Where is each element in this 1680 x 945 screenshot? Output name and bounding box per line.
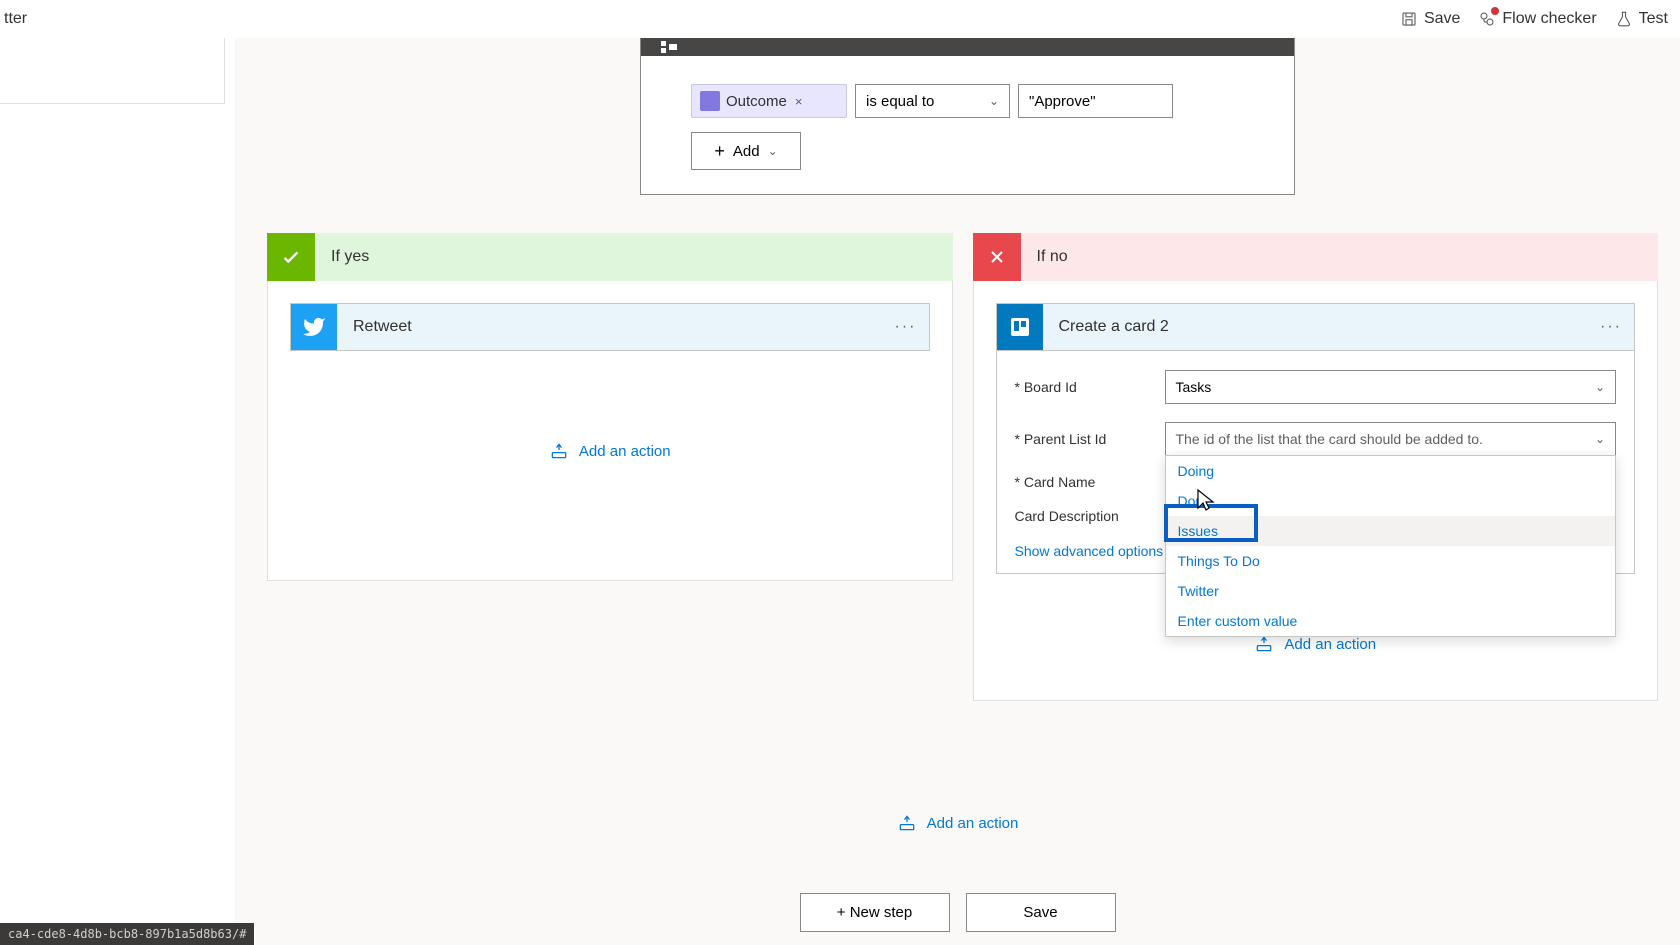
test-label: Test — [1639, 10, 1668, 28]
flow-checker-icon — [1478, 10, 1496, 28]
chevron-down-icon: ⌄ — [1595, 380, 1605, 394]
branch-no-title: If no — [1037, 248, 1068, 266]
action-retweet-title: Retweet — [337, 304, 883, 350]
test-icon — [1615, 10, 1633, 28]
left-panel — [0, 38, 225, 104]
action-menu-icon[interactable]: ··· — [1588, 304, 1634, 350]
status-bar: ca4-cde8-4d8b-bcb8-897b1a5d8b63/# — [0, 923, 254, 945]
parent-list-label: * Parent List Id — [1015, 431, 1165, 447]
parent-list-select[interactable]: The id of the list that the card should … — [1165, 422, 1617, 456]
add-label: Add — [733, 143, 760, 160]
save-icon — [1400, 10, 1418, 28]
branch-yes: If yes Retweet ··· Add an action — [267, 233, 953, 701]
branches-row: If yes Retweet ··· Add an action — [267, 233, 1658, 701]
token-remove-icon[interactable]: × — [793, 94, 805, 109]
bottom-buttons: + New step Save — [235, 893, 1680, 932]
chevron-down-icon: ⌄ — [989, 94, 999, 108]
board-id-label: * Board Id — [1015, 379, 1165, 395]
top-bar: tter Save Flow checker Test — [0, 0, 1680, 38]
card-name-label: * Card Name — [1015, 474, 1165, 490]
save-flow-button[interactable]: Save — [966, 893, 1116, 932]
add-action-label: Add an action — [579, 443, 671, 460]
add-condition-button[interactable]: + Add ⌄ — [691, 132, 801, 170]
condition-card[interactable]: Outcome × is equal to ⌄ + Add ⌄ — [640, 38, 1295, 195]
close-icon — [973, 233, 1021, 281]
dynamic-token-outcome[interactable]: Outcome × — [691, 84, 847, 118]
branch-yes-body: Retweet ··· Add an action — [267, 281, 953, 581]
condition-header — [641, 38, 1294, 56]
add-action-label: Add an action — [1284, 636, 1376, 653]
top-bar-actions: Save Flow checker Test — [1400, 10, 1668, 28]
add-action-no[interactable]: Add an action — [996, 634, 1636, 654]
dropdown-option-custom[interactable]: Enter custom value — [1166, 606, 1616, 636]
action-create-card[interactable]: Create a card 2 ··· — [996, 303, 1636, 351]
action-menu-icon[interactable]: ··· — [883, 304, 929, 350]
flow-checker-label: Flow checker — [1502, 10, 1596, 28]
add-action-icon — [897, 813, 917, 833]
operator-value: is equal to — [866, 93, 934, 110]
twitter-icon — [291, 304, 337, 350]
operator-select[interactable]: is equal to ⌄ — [855, 84, 1010, 118]
notification-dot — [1491, 7, 1499, 15]
test-button[interactable]: Test — [1615, 10, 1668, 28]
trello-icon — [997, 304, 1043, 350]
add-action-yes[interactable]: Add an action — [290, 441, 930, 461]
token-label: Outcome — [726, 93, 787, 110]
branch-no-body: Create a card 2 ··· * Board Id Tasks ⌄ *… — [973, 281, 1659, 701]
branch-no-header[interactable]: If no — [973, 233, 1659, 281]
board-id-select[interactable]: Tasks ⌄ — [1165, 370, 1617, 404]
dropdown-option-twitter[interactable]: Twitter — [1166, 576, 1616, 606]
add-action-outer[interactable]: Add an action — [235, 813, 1680, 833]
action-create-card-title: Create a card 2 — [1043, 304, 1589, 350]
condition-body: Outcome × is equal to ⌄ + Add ⌄ — [641, 56, 1294, 194]
advanced-label: Show advanced options — [1015, 543, 1164, 559]
dropdown-option-doing[interactable]: Doing — [1166, 456, 1616, 486]
save-button[interactable]: Save — [1400, 10, 1460, 28]
parent-list-dropdown: Doing Done Issues Things To Do Twitter E… — [1165, 455, 1617, 637]
check-icon — [267, 233, 315, 281]
add-action-icon — [549, 441, 569, 461]
dropdown-option-things-to-do[interactable]: Things To Do — [1166, 546, 1616, 576]
action-retweet[interactable]: Retweet ··· — [290, 303, 930, 351]
plus-icon: + — [714, 141, 725, 162]
flow-canvas: Outcome × is equal to ⌄ + Add ⌄ — [235, 38, 1680, 945]
param-board-id: * Board Id Tasks ⌄ — [1015, 361, 1617, 413]
chevron-down-icon: ⌄ — [1595, 432, 1605, 446]
save-label: Save — [1424, 10, 1460, 28]
card-desc-label: Card Description — [1015, 508, 1165, 524]
condition-row: Outcome × is equal to ⌄ — [691, 84, 1254, 118]
condition-value-input[interactable] — [1018, 84, 1173, 118]
dropdown-option-done[interactable]: Done — [1166, 486, 1616, 516]
parent-list-placeholder: The id of the list that the card should … — [1176, 431, 1483, 447]
add-action-label: Add an action — [927, 815, 1019, 832]
page-title-fragment: tter — [0, 10, 27, 28]
new-step-button[interactable]: + New step — [800, 893, 950, 932]
condition-icon — [647, 38, 691, 56]
token-icon — [700, 91, 720, 111]
branch-yes-title: If yes — [331, 248, 369, 266]
dropdown-option-issues[interactable]: Issues — [1166, 516, 1616, 546]
board-id-value: Tasks — [1176, 379, 1212, 395]
create-card-params: * Board Id Tasks ⌄ * Parent List Id The … — [996, 351, 1636, 574]
branch-no: If no Create a card 2 ··· * Board Id Tas… — [973, 233, 1659, 701]
add-action-icon — [1254, 634, 1274, 654]
chevron-down-icon: ⌄ — [768, 144, 778, 158]
branch-yes-header[interactable]: If yes — [267, 233, 953, 281]
param-parent-list: * Parent List Id The id of the list that… — [1015, 413, 1617, 465]
flow-checker-button[interactable]: Flow checker — [1478, 10, 1596, 28]
